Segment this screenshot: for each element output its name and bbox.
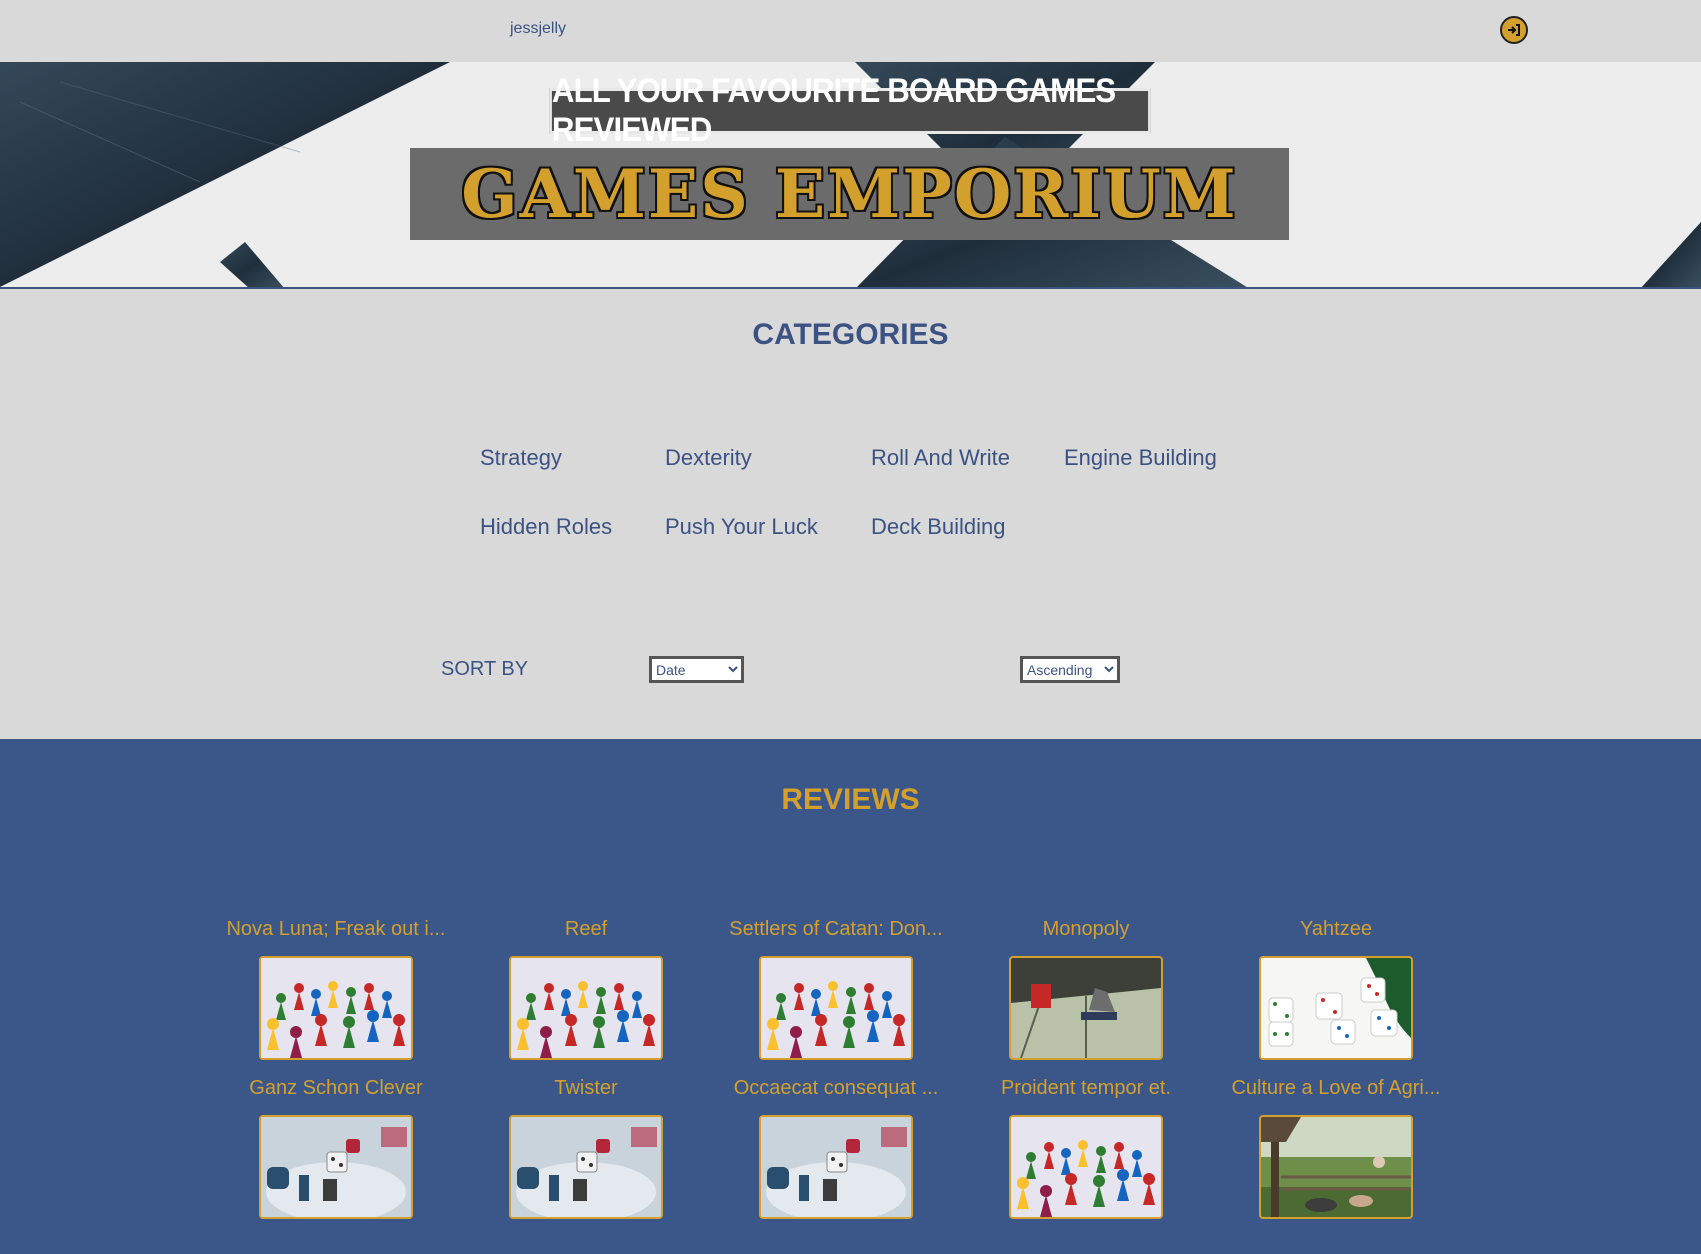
review-thumbnail[interactable] xyxy=(1009,956,1163,1060)
login-button[interactable] xyxy=(1500,16,1528,44)
review-thumbnail[interactable] xyxy=(259,1115,413,1219)
review-title[interactable]: Nova Luna; Freak out i... xyxy=(216,916,456,942)
review-thumbnail[interactable] xyxy=(759,956,913,1060)
categories-heading: CATEGORIES xyxy=(752,318,949,351)
review-card[interactable]: Twister xyxy=(466,1075,706,1219)
review-card[interactable]: Reef xyxy=(466,916,706,1060)
sort-field-select[interactable]: Date xyxy=(649,656,744,683)
top-bar: jessjelly xyxy=(0,0,1701,62)
review-card[interactable]: Settlers of Catan: Don... xyxy=(716,916,956,1060)
review-card[interactable]: Proident tempor et. xyxy=(966,1075,1206,1219)
username[interactable]: jessjelly xyxy=(510,20,566,38)
review-title[interactable]: Culture a Love of Agri... xyxy=(1216,1075,1456,1101)
review-card[interactable]: Ganz Schon Clever xyxy=(216,1075,456,1219)
category-roll-and-write[interactable]: Roll And Write xyxy=(871,445,1010,471)
category-dexterity[interactable]: Dexterity xyxy=(665,445,752,471)
site-title[interactable]: GAMES EMPORIUM xyxy=(410,148,1289,240)
sort-by-label: SORT BY xyxy=(441,658,529,680)
category-hidden-roles[interactable]: Hidden Roles xyxy=(480,514,612,540)
review-title[interactable]: Monopoly xyxy=(966,916,1206,942)
category-push-your-luck[interactable]: Push Your Luck xyxy=(665,514,818,540)
category-deck-building[interactable]: Deck Building xyxy=(871,514,1006,540)
review-card[interactable]: Monopoly xyxy=(966,916,1206,1060)
review-title[interactable]: Reef xyxy=(466,916,706,942)
hero-banner: ALL YOUR FAVOURITE BOARD GAMES REVIEWED … xyxy=(0,62,1701,289)
category-strategy[interactable]: Strategy xyxy=(480,445,562,471)
review-thumbnail[interactable] xyxy=(1009,1115,1163,1219)
review-title[interactable]: Ganz Schon Clever xyxy=(216,1075,456,1101)
review-card[interactable]: Nova Luna; Freak out i... xyxy=(216,916,456,1060)
review-thumbnail[interactable] xyxy=(509,956,663,1060)
review-thumbnail[interactable] xyxy=(1259,1115,1413,1219)
review-title[interactable]: Proident tempor et. xyxy=(966,1075,1206,1101)
sort-order-select[interactable]: Ascending xyxy=(1020,656,1120,683)
reviews-heading: REVIEWS xyxy=(781,783,920,816)
review-title[interactable]: Settlers of Catan: Don... xyxy=(716,916,956,942)
review-thumbnail[interactable] xyxy=(509,1115,663,1219)
login-arrow-icon xyxy=(1508,24,1520,36)
banner-tagline: ALL YOUR FAVOURITE BOARD GAMES REVIEWED xyxy=(549,72,1151,149)
review-card[interactable]: Yahtzee xyxy=(1216,916,1456,1060)
review-thumbnail[interactable] xyxy=(1259,956,1413,1060)
review-title[interactable]: Twister xyxy=(466,1075,706,1101)
review-thumbnail[interactable] xyxy=(759,1115,913,1219)
reviews-section: REVIEWS Nova Luna; Freak out i... Reef S… xyxy=(0,739,1701,1254)
review-card[interactable]: Culture a Love of Agri... xyxy=(1216,1075,1456,1219)
review-title[interactable]: Yahtzee xyxy=(1216,916,1456,942)
category-engine-building[interactable]: Engine Building xyxy=(1064,445,1217,471)
review-title[interactable]: Occaecat consequat ... xyxy=(716,1075,956,1101)
review-card[interactable]: Occaecat consequat ... xyxy=(716,1075,956,1219)
review-thumbnail[interactable] xyxy=(259,956,413,1060)
